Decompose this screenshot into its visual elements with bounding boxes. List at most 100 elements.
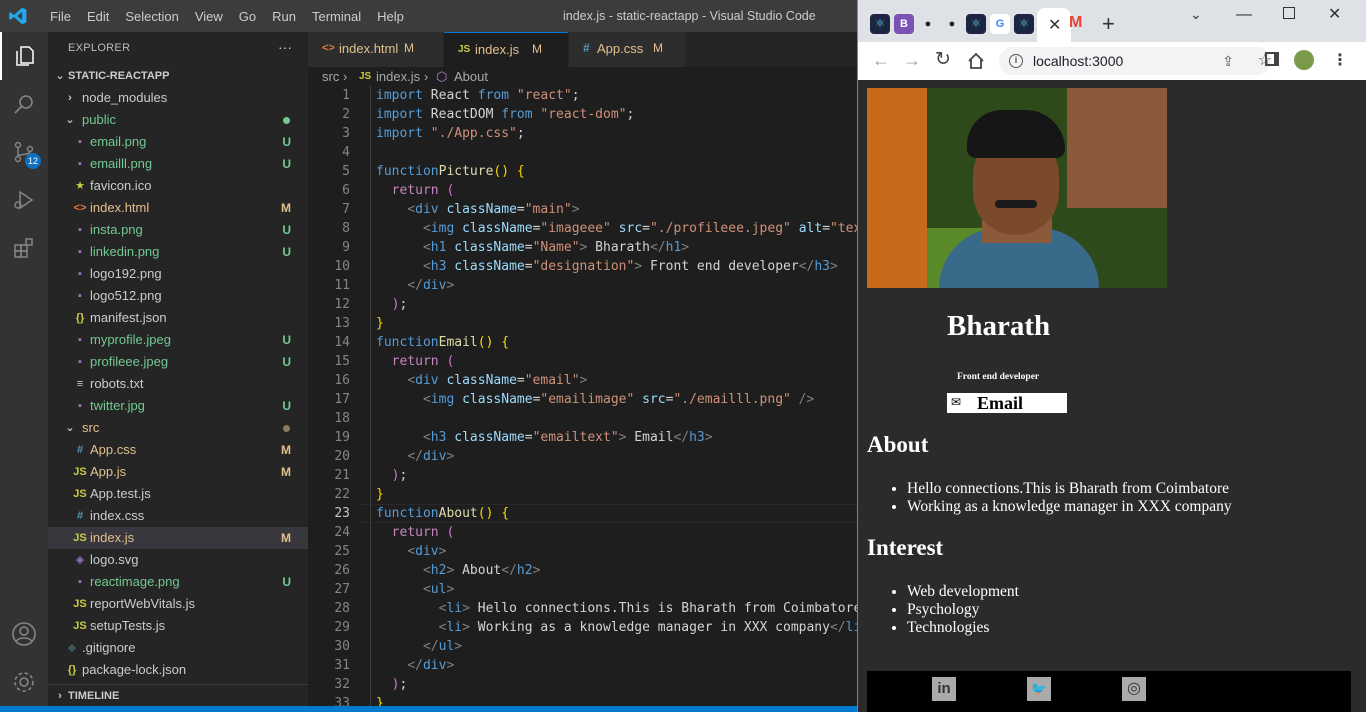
tree-file[interactable]: JS setupTests.js (48, 615, 308, 637)
accounts-activity[interactable] (0, 610, 48, 658)
tree-file[interactable]: JS App.js M (48, 461, 308, 483)
file-name: twitter.jpg (90, 398, 145, 413)
menu-go[interactable]: Go (231, 9, 264, 24)
tree-file[interactable]: # index.css (48, 505, 308, 527)
menu-file[interactable]: File (42, 9, 79, 24)
chevron-down-icon[interactable]: ⌄ (1190, 6, 1202, 23)
tree-folder[interactable]: ⌄ public (48, 109, 308, 131)
tree-file[interactable]: ▪ logo512.png (48, 285, 308, 307)
menu-edit[interactable]: Edit (79, 9, 117, 24)
tree-file[interactable]: {} package-lock.json (48, 659, 308, 681)
profile-avatar[interactable] (1294, 50, 1314, 70)
share-icon[interactable]: ⇪ (1222, 47, 1234, 75)
tab-label: index.js (475, 42, 520, 57)
tree-file[interactable]: ▪ email.png U (48, 131, 308, 153)
github-icon[interactable]: ● (942, 14, 962, 34)
tab-label: App.css (597, 41, 644, 56)
menu-run[interactable]: Run (264, 9, 304, 24)
source-control-activity[interactable]: 12 (0, 128, 48, 176)
forward-icon[interactable]: → (903, 50, 921, 71)
browser-tab-strip: ⚛ B ● ● ⚛ G ⚛ ✕ M + ⌄ — ✕ (858, 0, 1366, 42)
tree-file[interactable]: # App.css M (48, 439, 308, 461)
timeline-section[interactable]: › TIMELINE (48, 684, 308, 706)
code-line: <div> (407, 544, 447, 559)
git-file-icon: ◆ (67, 642, 77, 654)
code-line: <li> Hello connections.This is Bharath f… (438, 601, 860, 616)
extensions-activity[interactable] (0, 224, 48, 272)
tree-file[interactable]: ▪ insta.png U (48, 219, 308, 241)
tree-file[interactable]: ★ favicon.ico (48, 175, 308, 197)
git-status-badge: U (282, 575, 291, 589)
twitter-icon[interactable]: 🐦 (1027, 677, 1051, 701)
explorer-activity[interactable] (0, 32, 48, 80)
tree-file[interactable]: <> index.html M (48, 197, 308, 219)
bootstrap-icon[interactable]: B (894, 14, 914, 34)
tab-index-html[interactable]: <> index.html M (308, 32, 443, 67)
project-folder[interactable]: ⌄ STATIC-REACTAPP (48, 65, 308, 87)
gmail-icon[interactable]: M (1069, 14, 1082, 32)
js-file-icon: JS (73, 598, 87, 610)
file-name: emailll.png (90, 156, 153, 171)
tree-file[interactable]: JS App.test.js (48, 483, 308, 505)
window-close-icon[interactable]: ✕ (1328, 4, 1341, 24)
code-line: ); (391, 297, 408, 312)
react-icon[interactable]: ⚛ (1014, 14, 1034, 34)
file-name: reportWebVitals.js (90, 596, 196, 611)
tree-file[interactable]: ▪ twitter.jpg U (48, 395, 308, 417)
more-actions-icon[interactable]: ··· (278, 32, 292, 64)
maximize-icon[interactable] (1283, 7, 1295, 19)
reload-icon[interactable]: ↻ (935, 48, 951, 71)
active-browser-tab[interactable]: ✕ (1037, 8, 1071, 42)
chevron-down-icon: ⌄ (65, 422, 75, 434)
side-panel-icon[interactable] (1265, 52, 1279, 66)
back-icon[interactable]: ← (872, 50, 890, 71)
search-activity[interactable] (0, 80, 48, 128)
tree-file[interactable]: ▪ myprofile.jpeg U (48, 329, 308, 351)
breadcrumb-folder[interactable]: src (322, 67, 339, 86)
tree-file[interactable]: ≡ robots.txt (48, 373, 308, 395)
github-icon[interactable]: ● (918, 14, 938, 34)
line-number: 11 (334, 278, 350, 293)
info-icon[interactable]: i (1009, 54, 1023, 68)
tree-file[interactable]: ▪ profileee.jpeg U (48, 351, 308, 373)
timeline-label: TIMELINE (68, 690, 120, 702)
close-icon[interactable]: ✕ (1048, 15, 1061, 35)
tree-file[interactable]: {} manifest.json (48, 307, 308, 329)
tree-file[interactable]: JS reportWebVitals.js (48, 593, 308, 615)
menu-view[interactable]: View (187, 9, 231, 24)
tab-app-css[interactable]: # App.css M (569, 32, 685, 67)
settings-activity[interactable] (0, 658, 48, 706)
tree-file[interactable]: ▪ emailll.png U (48, 153, 308, 175)
git-status-badge: U (282, 245, 291, 259)
breadcrumb-file[interactable]: index.js (376, 67, 420, 86)
address-bar[interactable]: i localhost:3000 ☆ ⇪ (999, 47, 1272, 75)
instagram-icon[interactable]: ◎ (1122, 677, 1146, 701)
code-editor[interactable]: 1 import React from "react"; 2 import React… (308, 86, 860, 712)
tree-file[interactable]: ▪ linkedin.png U (48, 241, 308, 263)
google-icon[interactable]: G (990, 14, 1010, 34)
tree-folder[interactable]: › node_modules (48, 87, 308, 109)
line-number: 17 (334, 392, 350, 407)
menu-icon[interactable]: ⋮ (1332, 50, 1348, 70)
menu-terminal[interactable]: Terminal (304, 9, 369, 24)
minimize-icon[interactable]: — (1236, 6, 1252, 24)
tree-folder[interactable]: ⌄ src (48, 417, 308, 439)
tree-file[interactable]: ▪ reactimage.png U (48, 571, 308, 593)
vscode-logo-icon (9, 7, 27, 25)
react-icon[interactable]: ⚛ (870, 14, 890, 34)
tab-index-js[interactable]: JS index.js M (444, 32, 568, 67)
tree-file[interactable]: ◈ logo.svg (48, 549, 308, 571)
menu-selection[interactable]: Selection (117, 9, 186, 24)
home-icon[interactable] (967, 52, 985, 70)
code-line: <img className="imageee" src="./profilee… (422, 221, 860, 236)
linkedin-icon[interactable]: in (932, 677, 956, 701)
new-tab-icon[interactable]: + (1102, 11, 1115, 37)
menu-help[interactable]: Help (369, 9, 412, 24)
tree-file[interactable]: ◆ .gitignore (48, 637, 308, 659)
breadcrumb-symbol[interactable]: About (454, 67, 488, 86)
react-icon[interactable]: ⚛ (966, 14, 986, 34)
tree-file[interactable]: ▪ logo192.png (48, 263, 308, 285)
run-debug-activity[interactable] (0, 176, 48, 224)
tree-file[interactable]: JS index.js M (48, 527, 308, 549)
email-button[interactable]: ✉ Email (947, 393, 1067, 413)
